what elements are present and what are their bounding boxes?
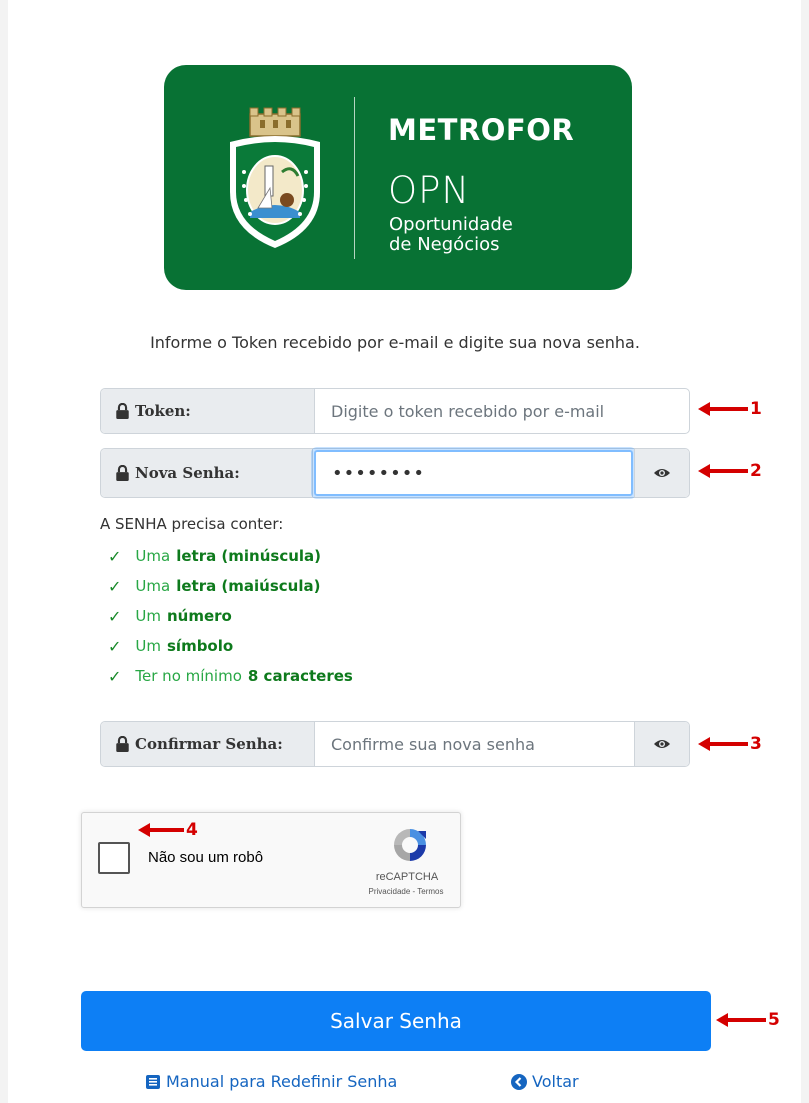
lock-icon bbox=[116, 403, 129, 419]
manual-link[interactable]: Manual para Redefinir Senha bbox=[145, 1072, 397, 1091]
instructions-text: Informe o Token recebido por e-mail e di… bbox=[150, 333, 640, 352]
book-icon bbox=[146, 1074, 160, 1089]
logo-subtitle-line1: Oportunidade bbox=[389, 214, 513, 235]
token-input-group: Token: bbox=[100, 388, 690, 434]
requirement-item: ✓ Um número bbox=[108, 601, 353, 631]
confirm-password-input-group: Confirmar Senha: bbox=[100, 721, 690, 767]
requirement-item: ✓ Ter no mínimo 8 caracteres bbox=[108, 661, 353, 691]
annotation-number: 4 bbox=[186, 820, 198, 840]
new-password-label-text: Nova Senha: bbox=[135, 464, 240, 482]
manual-link-text: Manual para Redefinir Senha bbox=[166, 1072, 398, 1091]
requirement-item: ✓ Uma letra (minúscula) bbox=[108, 541, 353, 571]
annotation-number: 1 bbox=[750, 399, 762, 419]
new-password-input-group: Nova Senha: bbox=[100, 448, 690, 498]
toggle-password-visibility-button[interactable] bbox=[634, 449, 689, 497]
annotation-arrow-1: 1 bbox=[696, 399, 762, 419]
token-label: Token: bbox=[101, 389, 315, 433]
logo-subtitle-line2: de Negócios bbox=[389, 234, 500, 255]
annotation-arrow-5: 5 bbox=[714, 1010, 780, 1030]
page-edge-left bbox=[0, 0, 8, 1103]
recaptcha-checkbox[interactable] bbox=[98, 842, 130, 874]
left-arrow-icon bbox=[698, 402, 748, 416]
token-label-text: Token: bbox=[135, 402, 191, 420]
requirement-prefix: Uma bbox=[135, 547, 171, 565]
recaptcha-logo-icon bbox=[394, 829, 426, 861]
lock-icon bbox=[116, 465, 129, 481]
left-arrow-icon bbox=[698, 464, 748, 478]
logo-subtitle: Oportunidade de Negócios bbox=[389, 215, 513, 255]
left-arrow-icon bbox=[716, 1013, 766, 1027]
requirement-highlight: letra (minúscula) bbox=[176, 547, 322, 565]
logo-abbreviation: OPN bbox=[388, 169, 471, 212]
state-crest-icon bbox=[230, 107, 320, 248]
annotation-number: 2 bbox=[750, 461, 762, 481]
lock-icon bbox=[116, 736, 129, 752]
annotation-arrow-3: 3 bbox=[696, 734, 762, 754]
save-password-button[interactable]: Salvar Senha bbox=[81, 991, 711, 1051]
left-arrow-icon bbox=[698, 737, 748, 751]
requirement-item: ✓ Um símbolo bbox=[108, 631, 353, 661]
new-password-label: Nova Senha: bbox=[101, 449, 313, 497]
new-password-input[interactable] bbox=[314, 450, 633, 496]
requirement-highlight: número bbox=[167, 607, 232, 625]
logo-divider bbox=[354, 97, 355, 259]
toggle-confirm-visibility-button[interactable] bbox=[634, 722, 689, 766]
annotation-arrow-4: 4 bbox=[136, 820, 198, 840]
requirement-highlight: letra (maiúscula) bbox=[176, 577, 321, 595]
requirement-prefix: Um bbox=[135, 607, 161, 625]
back-link[interactable]: Voltar bbox=[511, 1072, 579, 1091]
arrow-circle-left-icon bbox=[511, 1073, 527, 1090]
check-icon: ✓ bbox=[108, 636, 122, 656]
logo-title: METROFOR bbox=[388, 113, 575, 147]
requirement-prefix: Um bbox=[135, 637, 161, 655]
annotation-arrow-2: 2 bbox=[696, 461, 762, 481]
eye-icon bbox=[654, 740, 670, 748]
requirement-prefix: Uma bbox=[135, 577, 171, 595]
left-arrow-icon bbox=[138, 823, 184, 837]
page-edge-right bbox=[801, 0, 809, 1103]
recaptcha-links[interactable]: Privacidade - Termos bbox=[344, 887, 468, 896]
confirm-password-label: Confirmar Senha: bbox=[101, 722, 315, 766]
requirement-item: ✓ Uma letra (maiúscula) bbox=[108, 571, 353, 601]
annotation-number: 5 bbox=[768, 1010, 780, 1030]
annotation-number: 3 bbox=[750, 734, 762, 754]
check-icon: ✓ bbox=[108, 666, 122, 686]
check-icon: ✓ bbox=[108, 606, 122, 626]
back-link-text: Voltar bbox=[532, 1072, 579, 1091]
requirement-highlight: 8 caracteres bbox=[247, 667, 353, 685]
confirm-password-input[interactable] bbox=[315, 722, 634, 766]
confirm-password-label-text: Confirmar Senha: bbox=[135, 735, 283, 753]
token-input[interactable] bbox=[315, 389, 689, 433]
requirement-prefix: Ter no mínimo bbox=[135, 667, 242, 685]
page: METROFOR OPN Oportunidade de Negócios In… bbox=[0, 0, 809, 1103]
eye-icon bbox=[654, 469, 670, 477]
password-requirements-title: A SENHA precisa conter: bbox=[100, 515, 284, 533]
recaptcha-label: Não sou um robô bbox=[148, 849, 264, 866]
check-icon: ✓ bbox=[108, 576, 122, 596]
brand-logo: METROFOR OPN Oportunidade de Negócios bbox=[164, 65, 632, 290]
check-icon: ✓ bbox=[108, 546, 122, 566]
recaptcha-brand: reCAPTCHA bbox=[375, 871, 439, 883]
password-requirements-list: ✓ Uma letra (minúscula) ✓ Uma letra (maiúscu… bbox=[108, 541, 353, 691]
requirement-highlight: símbolo bbox=[167, 637, 234, 655]
